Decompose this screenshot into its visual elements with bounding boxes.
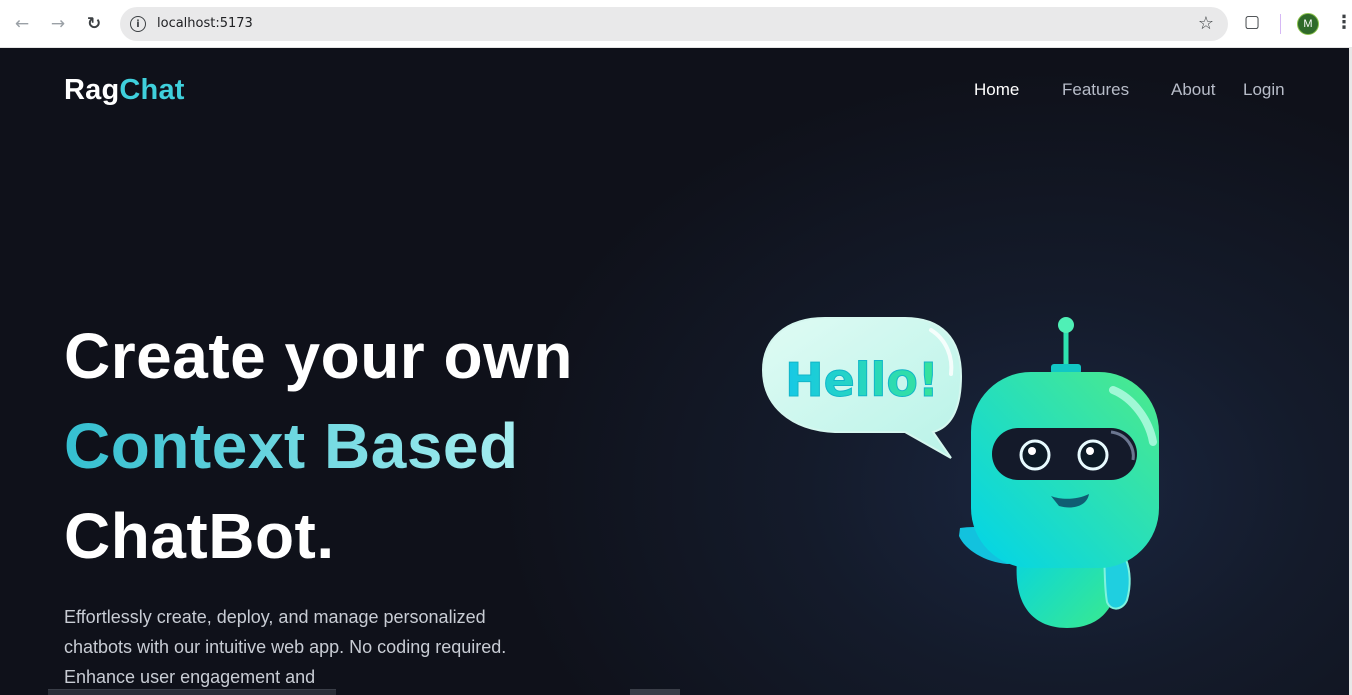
bubble-hello-text: Hello!: [785, 353, 939, 407]
hero-title-line-1: Create your own: [64, 320, 573, 392]
info-icon[interactable]: i: [130, 16, 146, 32]
nav-home[interactable]: Home: [974, 80, 1019, 100]
bottom-strip: [48, 689, 336, 695]
site-logo[interactable]: RagChat: [64, 74, 185, 107]
kebab-menu-icon[interactable]: ⋮: [1335, 12, 1352, 33]
nav-features[interactable]: Features: [1062, 80, 1129, 100]
reload-icon[interactable]: ↻: [82, 12, 106, 36]
hero-description: Effortlessly create, deploy, and manage …: [64, 607, 507, 687]
profile-initial: M: [1303, 18, 1313, 30]
robot-head: [971, 372, 1159, 568]
forward-arrow-icon[interactable]: →: [46, 12, 70, 36]
robot-antenna-tip: [1058, 317, 1074, 333]
profile-avatar[interactable]: M: [1297, 13, 1319, 35]
back-arrow-icon[interactable]: ←: [10, 12, 34, 36]
star-icon[interactable]: ☆: [1198, 13, 1214, 34]
nav-login[interactable]: Login: [1243, 80, 1285, 100]
nav-about[interactable]: About: [1171, 80, 1215, 100]
robot-illustration: Hello!: [761, 317, 1159, 628]
logo-part-rag: Rag: [64, 74, 120, 106]
speech-bubble: Hello!: [761, 317, 963, 459]
hero-title-line-2: Context Based: [64, 410, 519, 482]
hero-title-line-3: ChatBot.: [64, 500, 335, 572]
browser-toolbar: ← → ↻ i localhost:5173 ☆ ▢ M ⋮: [0, 0, 1352, 48]
address-bar[interactable]: i localhost:5173 ☆: [120, 7, 1228, 41]
landing-page: RagChat Home Features About Login Create…: [0, 48, 1349, 695]
url-text[interactable]: localhost:5173: [157, 16, 253, 31]
puzzle-icon[interactable]: ▢: [1244, 12, 1260, 32]
logo-part-chat: Chat: [119, 74, 185, 106]
bottom-strip-2: [630, 689, 680, 695]
toolbar-divider: [1280, 14, 1281, 34]
